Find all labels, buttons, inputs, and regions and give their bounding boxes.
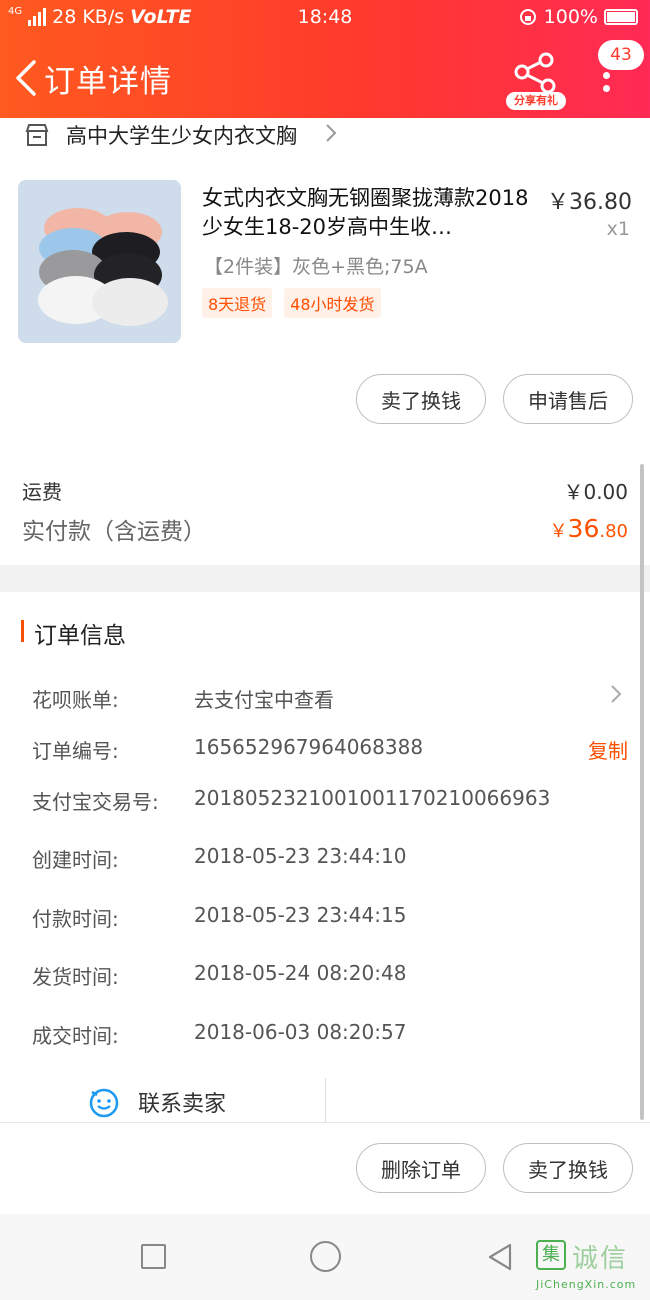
share-gift-button[interactable]: 分享有礼 — [506, 50, 566, 110]
product-price: ￥36.80 — [547, 190, 632, 215]
shop-icon — [25, 124, 49, 146]
shop-row[interactable]: 高中大学生少女内衣文胸 — [0, 118, 650, 168]
shop-name: 高中大学生少女内衣文胸 — [66, 124, 297, 148]
paid-integer: 36 — [567, 514, 600, 543]
page-title: 订单详情 — [44, 64, 172, 100]
battery-percent: 100% — [543, 6, 598, 28]
share-gift-label: 分享有礼 — [506, 92, 566, 110]
status-bar: 4G 28 KB/s VoLTE 18:48 100% — [0, 0, 650, 36]
row-value: 2018052321001001170210066963 — [194, 786, 551, 810]
paid-amount-label: 实付款（含运费） — [22, 519, 206, 545]
product-image[interactable] — [18, 180, 181, 343]
row-value: 2018-05-24 08:20:48 — [194, 961, 407, 985]
status-right: 100% — [518, 6, 638, 28]
back-triangle-icon[interactable] — [486, 1242, 514, 1272]
row-value: 2018-05-23 23:44:10 — [194, 844, 407, 868]
product-sku: 【2件装】灰色+黑色;75A — [204, 256, 428, 278]
app-header: 4G 28 KB/s VoLTE 18:48 100% 订单详情 分享有礼 43 — [0, 0, 650, 118]
delete-order-button[interactable]: 删除订单 — [356, 1143, 486, 1193]
row-value: 去支付宝中查看 — [194, 688, 334, 712]
watermark-box: 集 — [536, 1240, 566, 1270]
bottom-action-bar: 删除订单 卖了换钱 — [0, 1122, 650, 1214]
system-navigation-bar: 集 诚信 JiChengXin.com — [0, 1214, 650, 1300]
sell-for-cash-button[interactable]: 卖了换钱 — [356, 374, 486, 424]
row-label: 花呗账单: — [32, 688, 119, 712]
battery-icon — [604, 9, 638, 25]
more-menu-icon[interactable] — [598, 66, 614, 106]
shipping-fee-value: ￥0.00 — [563, 480, 628, 504]
section-accent-bar — [21, 620, 24, 642]
shipping-fee-row: 运费 ￥0.00 — [22, 476, 628, 505]
paid-amount-row: 实付款（含运费） ￥36.80 — [22, 512, 628, 546]
chat-smile-icon — [89, 1088, 119, 1118]
row-label: 订单编号: — [32, 739, 119, 763]
watermark-logo: 集 诚信 JiChengXin.com — [536, 1234, 648, 1296]
row-label: 创建时间: — [32, 848, 119, 872]
bra-product-illustration — [18, 180, 181, 343]
order-card: 高中大学生少女内衣文胸 女式内衣文胸无钢圈聚拢薄款2018少女生18-20岁高中… — [0, 118, 650, 565]
product-title[interactable]: 女式内衣文胸无钢圈聚拢薄款2018少女生18-20岁高中生收… — [202, 184, 532, 242]
row-value: 2018-05-23 23:44:15 — [194, 903, 407, 927]
row-label: 支付宝交易号: — [32, 790, 159, 814]
copy-button[interactable]: 复制 — [588, 735, 628, 764]
watermark-text: 诚信 — [572, 1244, 629, 1274]
row-label: 付款时间: — [32, 907, 119, 931]
watermark-sub: JiChengXin.com — [536, 1278, 637, 1291]
contact-seller-label: 联系卖家 — [138, 1092, 227, 1117]
message-count-badge: 43 — [598, 40, 644, 70]
rotation-lock-icon — [519, 9, 536, 25]
chevron-right-icon — [326, 124, 337, 142]
row-label: 发货时间: — [32, 965, 119, 989]
contact-seller-button[interactable]: 联系卖家 — [88, 1086, 226, 1118]
tag-shipping: 48小时发货 — [284, 288, 381, 318]
home-icon[interactable] — [310, 1241, 341, 1272]
paid-amount-value: ￥36.80 — [550, 514, 628, 543]
order-info-title: 订单信息 — [34, 623, 126, 649]
back-arrow-icon[interactable] — [12, 58, 40, 98]
product-quantity: x1 — [606, 218, 630, 240]
tag-return: 8天退货 — [202, 288, 273, 318]
divider — [325, 1078, 326, 1122]
row-value: 2018-06-03 08:20:57 — [194, 1020, 407, 1044]
after-sale-button[interactable]: 申请售后 — [503, 374, 633, 424]
order-info-section: 订单信息 花呗账单: 去支付宝中查看 订单编号: 165652967964068… — [0, 592, 650, 1122]
service-tags: 8天退货 48小时发货 — [202, 288, 381, 318]
chevron-right-icon — [611, 685, 622, 703]
recent-apps-icon[interactable] — [141, 1244, 166, 1269]
row-label: 成交时间: — [32, 1024, 119, 1048]
scrollbar[interactable] — [640, 464, 644, 1120]
share-icon — [514, 52, 556, 94]
sell-for-cash-button-bottom[interactable]: 卖了换钱 — [503, 1143, 633, 1193]
shipping-fee-label: 运费 — [22, 480, 62, 504]
paid-decimal: .80 — [599, 521, 628, 542]
nav-bar: 订单详情 分享有礼 — [0, 40, 650, 118]
paid-currency: ￥ — [549, 521, 568, 542]
row-value: 165652967964068388 — [194, 735, 424, 759]
